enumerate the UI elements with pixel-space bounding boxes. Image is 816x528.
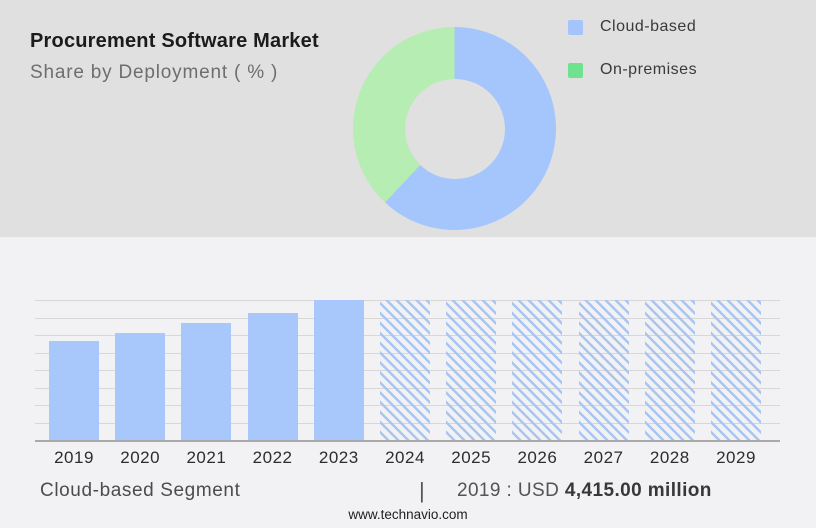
x-axis-label-2022: 2022 xyxy=(253,448,293,468)
x-axis-label-2020: 2020 xyxy=(120,448,160,468)
on-premises-swatch-icon xyxy=(568,63,583,78)
cloud-based-swatch-icon xyxy=(568,20,583,35)
x-axis-label-2019: 2019 xyxy=(54,448,94,468)
segment-value-amount: 4,415.00 million xyxy=(565,480,712,501)
x-axis-label-2025: 2025 xyxy=(451,448,491,468)
bar-2027 xyxy=(579,300,629,440)
bar-2025 xyxy=(446,300,496,440)
infographic-page: Procurement Software Market Share by Dep… xyxy=(0,0,816,528)
x-axis-label-2023: 2023 xyxy=(319,448,359,468)
segment-value-prefix: 2019 : USD xyxy=(457,480,565,501)
x-axis-label-2027: 2027 xyxy=(584,448,624,468)
segment-value: 2019 : USD 4,415.00 million xyxy=(457,480,712,502)
bar-2023 xyxy=(314,300,364,440)
bar-2024 xyxy=(380,300,430,440)
footer-divider: | xyxy=(419,478,425,504)
page-title: Procurement Software Market xyxy=(30,30,319,53)
bar-2029 xyxy=(711,300,761,440)
plot-area: 2019202020212022202320242025202620272028… xyxy=(35,300,780,440)
bar-2026 xyxy=(512,300,562,440)
bottom-panel: 2019 2020 2021 2022 2023 2024 2025 2026 2027 2028… xyxy=(0,237,816,528)
website-link[interactable]: www.technavio.com xyxy=(0,507,816,522)
bar-2028 xyxy=(645,300,695,440)
donut-chart xyxy=(353,27,556,230)
legend-label: On-premises xyxy=(600,61,697,79)
legend-label: Cloud-based xyxy=(600,18,696,36)
x-axis-label-2024: 2024 xyxy=(385,448,425,468)
legend-item-on-premises: On-premises xyxy=(568,60,697,80)
bar-2022 xyxy=(248,313,298,440)
footer-row: Cloud-based Segment | 2019 : USD 4,415.0… xyxy=(0,480,816,506)
top-panel: Procurement Software Market Share by Dep… xyxy=(0,0,816,237)
title-block: Procurement Software Market Share by Dep… xyxy=(30,30,319,84)
page-subtitle: Share by Deployment ( % ) xyxy=(30,62,319,84)
x-axis-label-2028: 2028 xyxy=(650,448,690,468)
x-axis-label-2021: 2021 xyxy=(186,448,226,468)
bar-2020 xyxy=(115,333,165,440)
legend-item-cloud-based: Cloud-based xyxy=(568,17,697,37)
legend: Cloud-based On-premises xyxy=(568,17,697,103)
x-axis-line xyxy=(35,440,780,442)
bar-2019 xyxy=(49,341,99,440)
x-axis-label-2029: 2029 xyxy=(716,448,756,468)
segment-label: Cloud-based Segment xyxy=(40,480,240,502)
bar-2021 xyxy=(181,323,231,440)
x-axis-label-2026: 2026 xyxy=(517,448,557,468)
